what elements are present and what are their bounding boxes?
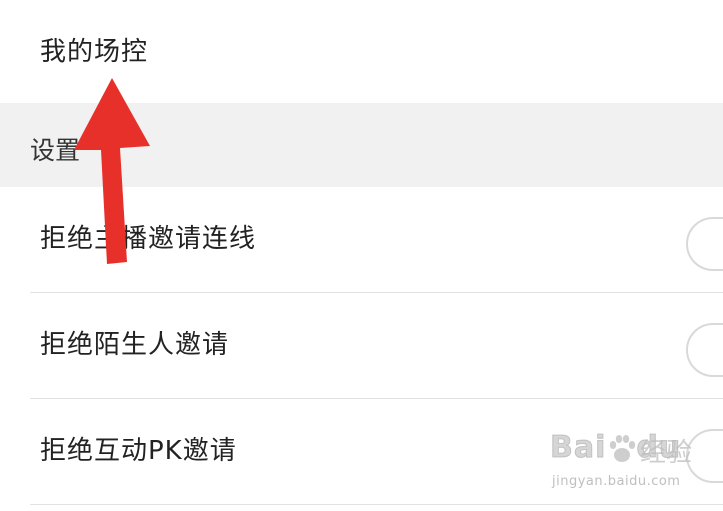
reject-host-invite-toggle[interactable] <box>686 217 723 271</box>
setting-label: 拒绝互动PK邀请 <box>40 436 237 466</box>
settings-section-header: 设置 <box>0 103 723 187</box>
setting-row-reject-stranger-invite: 拒绝陌生人邀请 <box>0 293 723 399</box>
live-settings-screen: 我的场控 设置 拒绝主播邀请连线 拒绝陌生人邀请 拒绝互动PK邀请 Bai du … <box>0 0 723 511</box>
setting-label: 拒绝陌生人邀请 <box>40 330 230 360</box>
setting-row-reject-pk-invite: 拒绝互动PK邀请 <box>0 399 723 505</box>
divider <box>30 504 723 505</box>
setting-row-reject-host-invite: 拒绝主播邀请连线 <box>0 187 723 293</box>
reject-pk-invite-toggle[interactable] <box>686 429 723 483</box>
setting-label: 拒绝主播邀请连线 <box>40 224 257 254</box>
my-field-control-row[interactable]: 我的场控 <box>0 0 723 103</box>
reject-stranger-invite-toggle[interactable] <box>686 323 723 377</box>
settings-section-title: 设置 <box>30 136 81 165</box>
my-field-control-label: 我的场控 <box>40 37 149 67</box>
